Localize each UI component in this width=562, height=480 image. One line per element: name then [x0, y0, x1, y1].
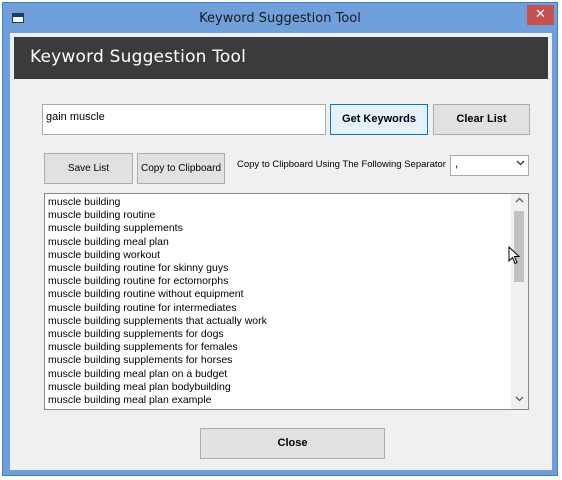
scroll-up-icon[interactable] — [511, 194, 528, 211]
app-window: Keyword Suggestion Tool ✕ Keyword Sugges… — [2, 2, 558, 476]
list-item[interactable]: muscle building supplements for horses — [48, 354, 508, 367]
list-item[interactable]: muscle building meal plan bodybuilding — [48, 381, 508, 394]
mouse-cursor-icon — [508, 246, 520, 265]
keyword-input[interactable]: gain muscle — [42, 104, 326, 135]
list-item[interactable]: muscle building routine for ectomorphs — [48, 275, 508, 288]
get-keywords-button[interactable]: Get Keywords — [330, 104, 428, 135]
clear-list-button[interactable]: Clear List — [433, 104, 530, 135]
copy-to-clipboard-button[interactable]: Copy to Clipboard — [137, 153, 225, 184]
page-title: Keyword Suggestion Tool — [30, 47, 247, 67]
separator-label: Copy to Clipboard Using The Following Se… — [237, 159, 446, 170]
separator-selected-value: , — [455, 158, 459, 170]
chevron-down-icon[interactable] — [516, 158, 525, 170]
vertical-scrollbar[interactable] — [511, 194, 528, 409]
keyword-list[interactable]: muscle building muscle building routine mu… — [44, 193, 529, 410]
list-item[interactable]: muscle building meal plan example — [48, 394, 508, 407]
keyword-list-items: muscle building muscle building routine mu… — [48, 196, 508, 408]
list-item[interactable]: muscle building routine for skinny guys — [48, 262, 508, 275]
list-item[interactable]: muscle building routine without equipmen… — [48, 288, 508, 301]
header-banner: Keyword Suggestion Tool — [14, 37, 548, 79]
list-item[interactable]: muscle building — [48, 196, 508, 209]
list-item[interactable]: muscle building routine — [48, 209, 508, 222]
save-list-button[interactable]: Save List — [44, 153, 133, 184]
list-item[interactable]: muscle building supplements that actuall… — [48, 315, 508, 328]
scroll-down-icon[interactable] — [511, 392, 528, 409]
list-item[interactable]: muscle building workout — [48, 249, 508, 262]
list-item[interactable]: muscle building meal plan on a budget — [48, 368, 508, 381]
list-item[interactable]: muscle building supplements for females — [48, 341, 508, 354]
title-bar[interactable]: Keyword Suggestion Tool ✕ — [3, 3, 557, 33]
close-button[interactable]: Close — [200, 428, 385, 459]
list-item[interactable]: muscle building meal plan — [48, 236, 508, 249]
window-close-button[interactable]: ✕ — [527, 5, 554, 25]
client-area: Keyword Suggestion Tool gain muscle Get … — [10, 33, 552, 470]
separator-select[interactable]: , — [450, 155, 529, 176]
list-item[interactable]: muscle building supplements — [48, 222, 508, 235]
list-item[interactable]: muscle building routine for intermediate… — [48, 302, 508, 315]
list-item[interactable]: muscle building supplements for dogs — [48, 328, 508, 341]
window-title: Keyword Suggestion Tool — [199, 11, 361, 26]
